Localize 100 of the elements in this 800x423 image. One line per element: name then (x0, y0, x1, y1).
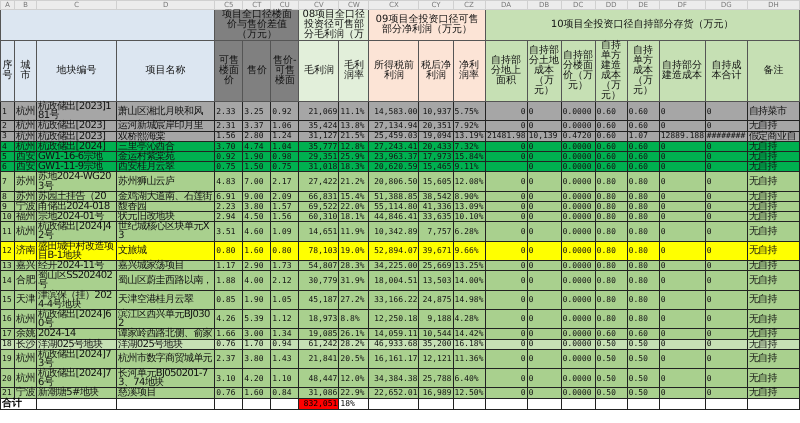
table-cell: 0.0000 (561, 120, 596, 132)
column-header: 自持单方建造成本（万元） (595, 40, 628, 102)
table-cell: 7.32% (453, 141, 486, 152)
table-cell: 0.80 (627, 290, 660, 310)
table-cell: 24,875 (418, 290, 453, 310)
table-cell: 慈溪项目 (116, 388, 215, 398)
table-cell: ######## (705, 131, 748, 142)
table-cell: 天津 (14, 290, 37, 310)
table-cell: 0.80 (595, 172, 628, 192)
table-cell: 33,166.22 (368, 290, 419, 310)
table-cell: 运河新城宸岸印月里 (116, 120, 215, 132)
table-cell: 0 (485, 388, 528, 398)
table-cell: 61,242 (298, 339, 339, 350)
column-header: 税后净利润 (418, 40, 453, 102)
table-cell: 13.19% (453, 131, 486, 142)
table-cell: 0 (485, 120, 528, 132)
table-cell: 6.28% (453, 222, 486, 242)
table-cell: 0 (705, 290, 748, 310)
table-cell: 金鸡湖大道南、石莲街 (116, 191, 215, 202)
table-cell: 20,351 (418, 120, 453, 132)
table-cell: 0.50 (595, 339, 628, 350)
table-cell: 1.56 (214, 131, 243, 142)
table-cell: 1.04 (270, 141, 299, 152)
table-cell: 0 (659, 388, 706, 398)
table-cell: 0 (705, 270, 748, 290)
table-cell: 0.94 (270, 339, 299, 350)
table-cell: 20,433 (418, 141, 453, 152)
table-cell: 20,806.50 (368, 172, 419, 192)
table-cell: 21 (0, 388, 15, 398)
table-cell: 无自持 (747, 270, 800, 290)
table-cell: 14,059.11 (368, 328, 419, 339)
table-cell: 0 (527, 388, 562, 398)
table-cell: 0 (659, 172, 706, 192)
table-cell: 1.07 (627, 131, 660, 142)
column-header: 毛利润 (298, 40, 339, 102)
table-cell: 0.0000 (561, 290, 596, 310)
table-cell: 3.00 (242, 328, 271, 339)
table-cell: 31,086 (298, 388, 339, 398)
table-cell: 0.0000 (561, 270, 596, 290)
table-cell: 0 (485, 339, 528, 350)
table-cell: 苏州狮山云庐 (116, 172, 215, 192)
table-cell: 35,424 (298, 120, 339, 132)
table-cell: 0.60 (627, 328, 660, 339)
column-header: 售价 (242, 40, 271, 102)
table-cell: 1.34 (270, 328, 299, 339)
table-cell: 无自持 (747, 120, 800, 132)
table-cell: 3.37 (242, 120, 271, 132)
table-cell: 27,243.41 (368, 141, 419, 152)
table-cell: 14.42% (453, 328, 486, 339)
table-cell: 无自持 (747, 339, 800, 350)
table-cell: 0 (659, 270, 706, 290)
table-cell: 0.80 (595, 222, 628, 242)
table-cell: 0.60 (595, 141, 628, 152)
table-cell: 0.0000 (561, 141, 596, 152)
table-cell: 杭政储出[2024]42号 (36, 222, 117, 242)
table-cell: 无自持 (747, 388, 800, 398)
table-cell: 杭州 (14, 120, 37, 132)
table-cell: 1.24 (270, 131, 299, 142)
column-header: 城市 (14, 40, 37, 102)
table-cell: 0.50 (627, 339, 660, 350)
table-cell: 13.8% (338, 120, 369, 132)
table-cell: 21481.98 (485, 131, 528, 142)
table-cell: 0.4720 (561, 131, 596, 142)
table-cell: 0 (705, 328, 748, 339)
table-cell: 4.00 (242, 270, 271, 290)
table-cell: 0 (527, 172, 562, 192)
table-cell: 0 (485, 172, 528, 192)
table-cell: 0.80 (595, 290, 628, 310)
table-cell: 30,779 (298, 270, 339, 290)
table-cell: 1.66 (214, 328, 243, 339)
table-cell: 8.90% (453, 191, 486, 202)
table-cell: 0 (705, 191, 748, 202)
column-header: 序号 (0, 40, 15, 102)
table-cell: 27,422 (298, 172, 339, 192)
table-cell: 25,459.03 (368, 131, 419, 142)
table-cell: 0 (659, 339, 706, 350)
table-cell: 14.98% (453, 290, 486, 310)
table-cell: 0 (659, 328, 706, 339)
table-cell: 0 (485, 141, 528, 152)
table-cell: 0.85 (214, 290, 243, 310)
table-cell: 2.17 (270, 172, 299, 192)
table-cell: 51,388.85 (368, 191, 419, 202)
table-cell: 0.0000 (561, 328, 596, 339)
column-header: 净利润率 (453, 40, 486, 102)
table-cell: 11.9% (338, 222, 369, 242)
table-cell: 12889.188 (659, 131, 706, 142)
column-header: 所得税前利润 (368, 40, 419, 102)
table-cell: 45,187 (298, 290, 339, 310)
table-cell: 0 (485, 290, 528, 310)
column-header: 可售楼面价 (214, 40, 243, 102)
table-cell: 0.60 (627, 120, 660, 132)
column-header: 毛利润率 (338, 40, 369, 102)
table-cell: 0 (527, 191, 562, 202)
column-header: 售价-可售楼面 (270, 40, 299, 102)
table-cell: 8 (0, 191, 15, 202)
table-cell: 31,127 (298, 131, 339, 142)
header-group: 08项目全口径投资径可售部分毛利润（万 (298, 10, 369, 40)
table-cell: 2.09 (270, 191, 299, 202)
table-cell: 宁波 (14, 388, 37, 398)
table-cell: 7.92% (453, 120, 486, 132)
